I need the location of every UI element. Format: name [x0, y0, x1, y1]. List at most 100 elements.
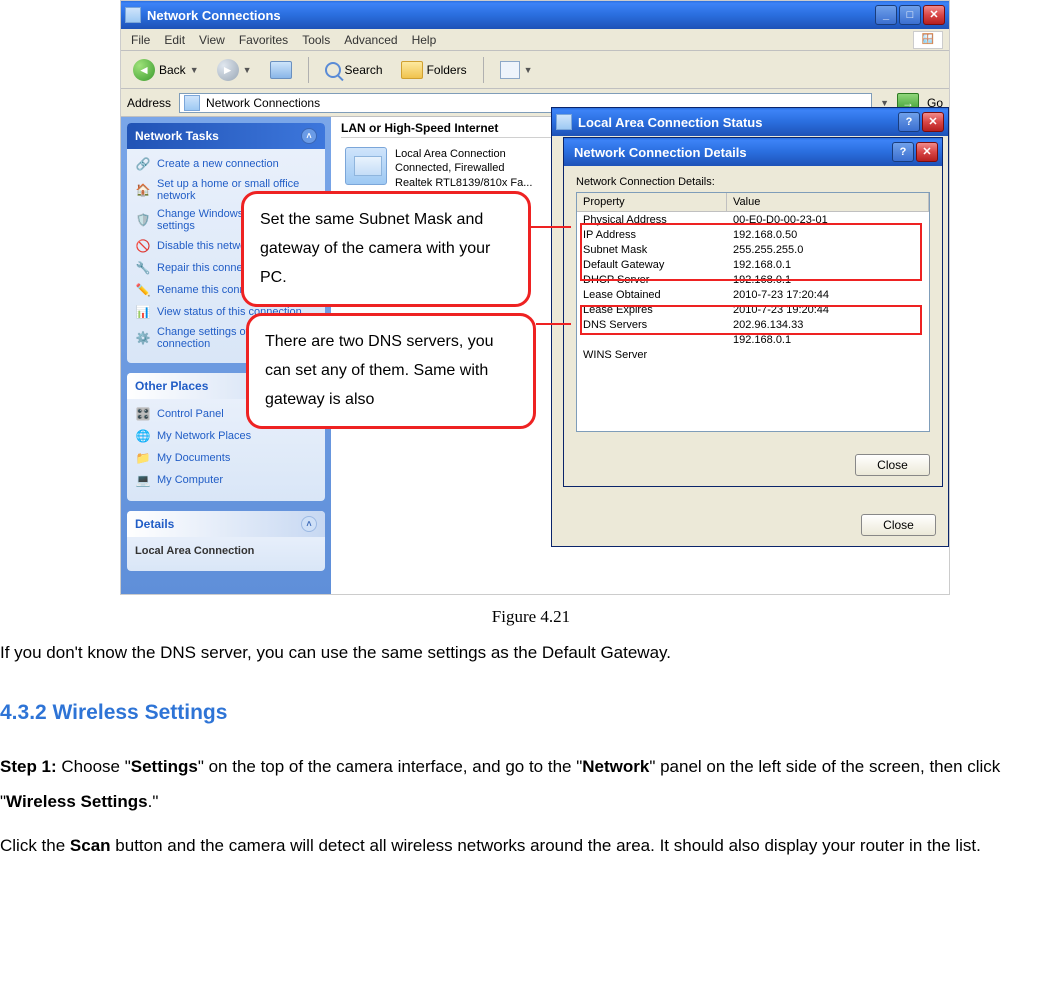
- close-button[interactable]: Close: [861, 514, 936, 536]
- row-property: DNS Servers: [577, 317, 727, 332]
- views-icon: [500, 61, 520, 79]
- chevron-down-icon: ▼: [524, 65, 533, 75]
- menubar: File Edit View Favorites Tools Advanced …: [121, 29, 949, 51]
- minimize-button[interactable]: _: [875, 5, 897, 25]
- connection-icon: 🔗: [135, 156, 151, 172]
- row-value: 192.168.0.1: [727, 272, 929, 287]
- section-heading: 4.3.2 Wireless Settings: [0, 701, 1062, 725]
- sidebar-item-mypc[interactable]: 💻My Computer: [133, 469, 319, 491]
- details-panel: Details ˄ Local Area Connection: [127, 511, 325, 571]
- close-button[interactable]: ✕: [923, 5, 945, 25]
- chevron-down-icon[interactable]: ▼: [880, 98, 889, 108]
- home-network-icon: 🏠: [135, 182, 151, 198]
- close-button[interactable]: ✕: [916, 142, 938, 162]
- row-property: Default Gateway: [577, 257, 727, 272]
- row-property: [577, 332, 727, 347]
- network-tasks-header[interactable]: Network Tasks ˄: [127, 123, 325, 149]
- row-value: 202.96.134.33: [727, 317, 929, 332]
- step1-paragraph: Step 1: Choose "Settings" on the top of …: [0, 749, 1062, 820]
- windows-flag-icon: 🪟: [913, 31, 943, 49]
- network-places-icon: 🌐: [135, 428, 151, 444]
- col-property: Property: [577, 193, 727, 211]
- menu-favorites[interactable]: Favorites: [239, 33, 288, 47]
- main-titlebar[interactable]: Network Connections _ □ ✕: [121, 1, 949, 29]
- menu-tools[interactable]: Tools: [302, 33, 330, 47]
- annotation-callout-subnet: Set the same Subnet Mask and gateway of …: [241, 191, 531, 307]
- row-property: Lease Expires: [577, 302, 727, 317]
- details-row: Subnet Mask255.255.255.0: [577, 242, 929, 257]
- details-row: IP Address192.168.0.50: [577, 227, 929, 242]
- row-value: 192.168.0.50: [727, 227, 929, 242]
- sidebar-item-docs[interactable]: 📁My Documents: [133, 447, 319, 469]
- rename-icon: ✏️: [135, 282, 151, 298]
- menu-view[interactable]: View: [199, 33, 225, 47]
- help-button[interactable]: ?: [892, 142, 914, 162]
- details-header[interactable]: Details ˄: [127, 511, 325, 537]
- row-property: IP Address: [577, 227, 727, 242]
- help-button[interactable]: ?: [898, 112, 920, 132]
- lan-group-header: LAN or High-Speed Internet: [341, 121, 498, 135]
- row-property: Lease Obtained: [577, 287, 727, 302]
- back-button[interactable]: ◄ Back ▼: [127, 57, 205, 83]
- col-value: Value: [727, 193, 929, 211]
- up-button[interactable]: [264, 59, 298, 81]
- documents-icon: 📁: [135, 450, 151, 466]
- views-button[interactable]: ▼: [494, 59, 539, 81]
- details-row: Lease Obtained2010-7-23 17:20:44: [577, 287, 929, 302]
- details-row: DNS Servers202.96.134.33: [577, 317, 929, 332]
- details-row: Lease Expires2010-7-23 19:20:44: [577, 302, 929, 317]
- details-header-row: Property Value: [577, 193, 929, 212]
- details-titlebar[interactable]: Network Connection Details ? ✕: [564, 138, 942, 166]
- details-row: Default Gateway192.168.0.1: [577, 257, 929, 272]
- menu-help[interactable]: Help: [412, 33, 437, 47]
- scan-paragraph: Click the Scan button and the camera wil…: [0, 828, 1062, 864]
- network-icon: [125, 7, 141, 23]
- details-list: Property Value Physical Address00-E0-D0-…: [576, 192, 930, 432]
- annotation-callout-dns: There are two DNS servers, you can set a…: [246, 313, 536, 429]
- main-title: Network Connections: [147, 8, 875, 23]
- disable-icon: 🚫: [135, 238, 151, 254]
- folders-button[interactable]: Folders: [395, 59, 473, 81]
- annotation-connector: [531, 226, 571, 228]
- menu-advanced[interactable]: Advanced: [344, 33, 397, 47]
- lan-connection-icon: [345, 147, 387, 185]
- menu-edit[interactable]: Edit: [164, 33, 185, 47]
- network-icon: [184, 95, 200, 111]
- status-title: Local Area Connection Status: [578, 115, 898, 130]
- network-icon: [556, 114, 572, 130]
- folder-up-icon: [270, 61, 292, 79]
- collapse-icon: ˄: [301, 516, 317, 532]
- close-button[interactable]: Close: [855, 454, 930, 476]
- row-property: Physical Address: [577, 212, 727, 227]
- search-icon: [325, 62, 341, 78]
- forward-button[interactable]: ► ▼: [211, 57, 258, 83]
- settings-icon: ⚙️: [135, 330, 151, 346]
- row-value: 2010-7-23 17:20:44: [727, 287, 929, 302]
- row-value: 192.168.0.1: [727, 332, 929, 347]
- row-value: 00-E0-D0-00-23-01: [727, 212, 929, 227]
- details-row: Physical Address00-E0-D0-00-23-01: [577, 212, 929, 227]
- collapse-icon: ˄: [301, 128, 317, 144]
- close-button[interactable]: ✕: [922, 112, 944, 132]
- maximize-button[interactable]: □: [899, 5, 921, 25]
- back-arrow-icon: ◄: [133, 59, 155, 81]
- paragraph-dns-note: If you don't know the DNS server, you ca…: [0, 635, 1062, 671]
- row-value: [727, 347, 929, 362]
- search-button[interactable]: Search: [319, 60, 389, 80]
- annotation-connector: [536, 323, 571, 325]
- row-property: DHCP Server: [577, 272, 727, 287]
- details-label: Network Connection Details:: [576, 176, 930, 188]
- firewall-icon: 🛡️: [135, 212, 151, 228]
- details-row: WINS Server: [577, 347, 929, 362]
- sidebar-item-create[interactable]: 🔗Create a new connection: [133, 153, 319, 175]
- menu-file[interactable]: File: [131, 33, 150, 47]
- details-row: DHCP Server192.168.0.1: [577, 272, 929, 287]
- row-property: Subnet Mask: [577, 242, 727, 257]
- status-titlebar[interactable]: Local Area Connection Status ? ✕: [552, 108, 948, 136]
- address-label: Address: [127, 96, 171, 110]
- folders-icon: [401, 61, 423, 79]
- chevron-down-icon: ▼: [190, 65, 199, 75]
- lan-connection-item[interactable]: Local Area Connection Connected, Firewal…: [345, 147, 532, 190]
- row-value: 192.168.0.1: [727, 257, 929, 272]
- details-row: 192.168.0.1: [577, 332, 929, 347]
